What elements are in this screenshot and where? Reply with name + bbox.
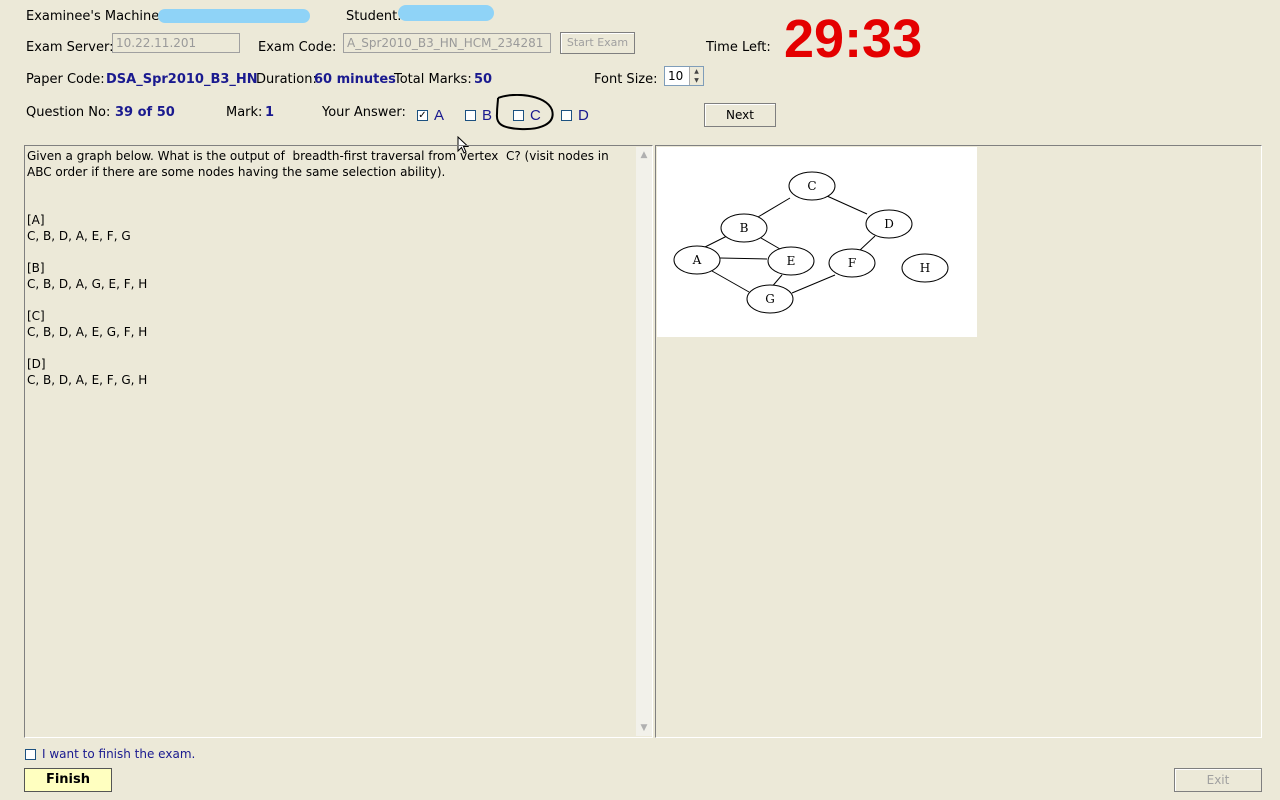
- graph-node-label: C: [807, 179, 816, 193]
- answer-b-label[interactable]: B: [482, 107, 492, 124]
- annotation-circle: [495, 94, 554, 131]
- your-answer-label: Your Answer:: [322, 105, 406, 120]
- graph-image: C B D A E F H G: [657, 147, 977, 337]
- question-no-label: Question No:: [26, 105, 111, 120]
- graph-node-label: H: [920, 261, 930, 275]
- answer-b-tag: [B]: [27, 261, 45, 275]
- graph-node-label: F: [848, 256, 856, 270]
- exam-code-label: Exam Code:: [258, 40, 337, 55]
- answer-c-tag: [C]: [27, 309, 45, 323]
- answer-b-checkbox[interactable]: [465, 110, 476, 121]
- redacted-student-name: [398, 5, 494, 21]
- graph-node-label: D: [884, 217, 894, 231]
- time-left-value: 29:33: [784, 9, 923, 69]
- font-size-label: Font Size:: [594, 72, 658, 87]
- mark-value: 1: [265, 105, 275, 120]
- answer-d-checkbox[interactable]: [561, 110, 572, 121]
- time-left-label: Time Left:: [706, 40, 771, 55]
- examinee-machine-label: Examinee's Machine:: [26, 9, 164, 24]
- mark-label: Mark:: [226, 105, 263, 120]
- spinner-down-arrow[interactable]: ▼: [689, 76, 703, 85]
- paper-code-label: Paper Code:: [26, 72, 105, 87]
- total-marks-label: Total Marks:: [394, 72, 472, 87]
- question-no-value: 39 of 50: [115, 105, 175, 120]
- graph-node-label: B: [740, 221, 749, 235]
- duration-label: Duration:: [256, 72, 317, 87]
- redacted-machine-name: [158, 9, 310, 23]
- graph-node-label: G: [765, 292, 775, 306]
- answer-a-text: C, B, D, A, E, F, G: [27, 229, 131, 243]
- graph-node-label: E: [787, 254, 796, 268]
- answer-d-tag: [D]: [27, 357, 46, 371]
- exam-code-field: A_Spr2010_B3_HN_HCM_234281: [343, 33, 551, 53]
- answer-d-label[interactable]: D: [578, 107, 589, 124]
- exit-button[interactable]: Exit: [1174, 768, 1262, 792]
- paper-code-value: DSA_Spr2010_B3_HN: [106, 72, 258, 87]
- total-marks-value: 50: [474, 72, 493, 87]
- exam-server-label: Exam Server:: [26, 40, 114, 55]
- question-scrollbar[interactable]: ▲ ▼: [636, 147, 652, 736]
- question-content: Given a graph below. What is the output …: [27, 148, 627, 388]
- finish-exam-checkbox[interactable]: [25, 749, 36, 760]
- start-exam-button[interactable]: Start Exam: [560, 32, 635, 54]
- exam-server-field: 10.22.11.201: [112, 33, 240, 53]
- scroll-up-arrow[interactable]: ▲: [636, 147, 652, 163]
- question-text: Given a graph below. What is the output …: [27, 149, 613, 179]
- answer-a-label[interactable]: A: [434, 107, 444, 124]
- next-button[interactable]: Next: [704, 103, 776, 127]
- font-size-spinner[interactable]: 10 ▲ ▼: [664, 66, 704, 86]
- answer-a-checkbox[interactable]: ✓: [417, 110, 428, 121]
- answer-d-text: C, B, D, A, E, F, G, H: [27, 373, 148, 387]
- scroll-down-arrow[interactable]: ▼: [636, 720, 652, 736]
- answer-a-tag: [A]: [27, 213, 45, 227]
- font-size-value: 10: [668, 69, 684, 83]
- graph-node-label: A: [692, 253, 702, 267]
- graph-diagram: C B D A E F H G: [673, 171, 949, 314]
- finish-exam-checkbox-label[interactable]: I want to finish the exam.: [42, 747, 195, 761]
- student-label: Student:: [346, 9, 402, 24]
- duration-value: 60 minutes: [314, 72, 396, 87]
- finish-button[interactable]: Finish: [24, 768, 112, 792]
- answer-b-text: C, B, D, A, G, E, F, H: [27, 277, 148, 291]
- answer-c-text: C, B, D, A, E, G, F, H: [27, 325, 148, 339]
